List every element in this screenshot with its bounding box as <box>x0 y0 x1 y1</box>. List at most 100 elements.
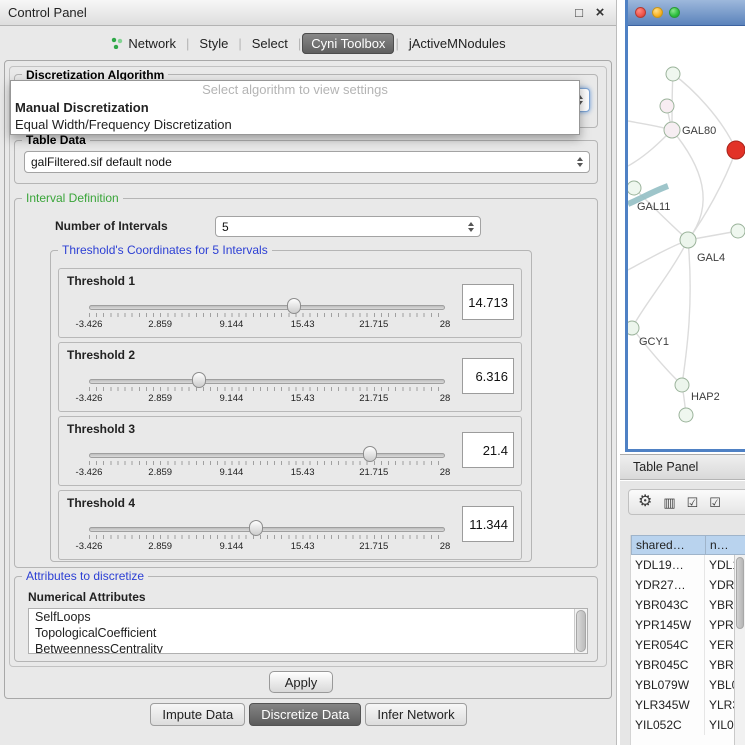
table-row[interactable]: YLR345WYLR3 <box>631 695 745 715</box>
slider-thumb[interactable] <box>249 520 263 536</box>
table-row[interactable]: YDR27…YDR2 <box>631 575 745 595</box>
slider-tick-label: 15.43 <box>291 319 315 330</box>
list-item-topologicalcoefficient[interactable]: TopologicalCoefficient <box>29 625 587 641</box>
close-icon[interactable]: × <box>592 4 608 21</box>
bottom-tab-infer-network[interactable]: Infer Network <box>365 703 466 726</box>
popup-option-manual-discretization[interactable]: Manual Discretization <box>11 99 579 116</box>
network-edge <box>628 130 672 166</box>
mac-minimize-icon[interactable] <box>652 7 663 18</box>
table-cell[interactable]: YDR27… <box>631 575 705 595</box>
slider-track[interactable] <box>89 453 445 458</box>
table-rows: YDL19…YDL1YDR27…YDR2YBR043CYBR0YPR145WYP… <box>631 555 745 745</box>
column-header-shared[interactable]: shared… <box>631 535 705 555</box>
tab-separator: | <box>186 36 189 51</box>
network-edge <box>688 150 736 240</box>
slider-track[interactable] <box>89 527 445 532</box>
slider-track[interactable] <box>89 379 445 384</box>
node-label: GAL11 <box>637 201 670 213</box>
popup-placeholder: Select algorithm to view settings <box>11 81 579 99</box>
select-columns-checkbox-icon[interactable]: ☑ <box>709 496 721 509</box>
apply-button[interactable]: Apply <box>269 671 333 693</box>
slider-tick-label: 15.43 <box>291 393 315 404</box>
network-node[interactable] <box>666 67 680 81</box>
table-data-combobox[interactable]: galFiltered.sif default node <box>24 151 590 173</box>
tab-label: Cyni Toolbox <box>311 36 385 51</box>
slider-thumb[interactable] <box>192 372 206 388</box>
table-row[interactable]: YER054CYER0 <box>631 635 745 655</box>
slider-ticks <box>89 461 445 465</box>
network-node[interactable] <box>660 99 674 113</box>
table-panel-header: Table Panel <box>620 454 745 480</box>
numerical-attributes-list[interactable]: SelfLoopsTopologicalCoefficientBetweenne… <box>28 608 588 654</box>
table-cell[interactable]: YDL19… <box>631 555 705 575</box>
slider-ticks <box>89 313 445 317</box>
tab-separator: | <box>395 36 398 51</box>
threshold-value-input[interactable] <box>462 284 514 320</box>
slider-tick-label: 21.715 <box>359 393 388 404</box>
table-cell[interactable]: YIL052C <box>631 715 705 735</box>
mac-close-icon[interactable] <box>635 7 646 18</box>
bottom-tab-discretize-data[interactable]: Discretize Data <box>249 703 361 726</box>
attributes-group-title: Attributes to discretize <box>22 569 148 583</box>
algorithm-dropdown-popup: Select algorithm to view settings Manual… <box>10 80 580 135</box>
popup-option-equal-width-frequency-discretization[interactable]: Equal Width/Frequency Discretization <box>11 116 579 133</box>
table-row[interactable]: YBR045CYBR0 <box>631 655 745 675</box>
network-node[interactable] <box>731 224 745 238</box>
tab-network[interactable]: Network <box>102 33 185 54</box>
table-cell[interactable]: YER054C <box>631 635 705 655</box>
tab-select[interactable]: Select <box>243 33 297 54</box>
combo-stepper-icon <box>468 222 474 232</box>
table-cell[interactable]: YBL079W <box>631 675 705 695</box>
network-node[interactable] <box>727 141 745 159</box>
list-item-selfloops[interactable]: SelfLoops <box>29 609 587 625</box>
network-node-gcy1[interactable] <box>628 321 639 335</box>
table-cell[interactable]: YPR145W <box>631 615 705 635</box>
table-scrollbar[interactable] <box>734 555 745 745</box>
settings-gear-icon[interactable]: ⚙ <box>638 494 652 510</box>
threshold-value-input[interactable] <box>462 506 514 542</box>
table-row[interactable]: YBL079WYBL0 <box>631 675 745 695</box>
bottom-tab-impute-data[interactable]: Impute Data <box>150 703 245 726</box>
threshold-panel-2: Threshold 2-3.4262.8599.14415.4321.71528 <box>58 342 522 412</box>
slider-track[interactable] <box>89 305 445 310</box>
table-row[interactable]: YPR145WYPR1 <box>631 615 745 635</box>
table-row[interactable]: YBR043CYBR0 <box>631 595 745 615</box>
slider-tick-label: -3.426 <box>76 393 103 404</box>
table-cell[interactable]: YLR345W <box>631 695 705 715</box>
table-scrollbar-thumb[interactable] <box>736 557 744 629</box>
threshold-label: Threshold 4 <box>67 496 135 510</box>
network-node[interactable] <box>679 408 693 422</box>
number-of-intervals-value: 5 <box>222 220 463 234</box>
table-cell[interactable]: YBR045C <box>631 655 705 675</box>
mac-zoom-icon[interactable] <box>669 7 680 18</box>
tab-style[interactable]: Style <box>190 33 237 54</box>
column-header-n[interactable]: n… <box>705 535 745 555</box>
slider-thumb[interactable] <box>287 298 301 314</box>
network-node-gal80[interactable] <box>664 122 680 138</box>
list-scrollbar[interactable] <box>574 609 587 653</box>
column-layout-icon[interactable]: ▥ <box>663 496 675 509</box>
float-window-icon[interactable]: □ <box>571 5 587 20</box>
table-row[interactable]: YIL052CYIL0 <box>631 715 745 735</box>
slider-tick-label: 28 <box>440 467 451 478</box>
table-cell[interactable]: YBR043C <box>631 595 705 615</box>
threshold-value-input[interactable] <box>462 358 514 394</box>
network-node-gal11[interactable] <box>628 181 641 195</box>
slider-tick-label: 9.144 <box>220 319 244 330</box>
select-all-checkbox-icon[interactable]: ☑ <box>687 496 699 509</box>
list-item-betweennesscentrality[interactable]: BetweennessCentrality <box>29 641 587 654</box>
threshold-value-input[interactable] <box>462 432 514 468</box>
network-node-gal4[interactable] <box>680 232 696 248</box>
network-node-hap2[interactable] <box>675 378 689 392</box>
tab-separator: | <box>238 36 241 51</box>
tab-jactivemnodules[interactable]: jActiveMNodules <box>400 33 515 54</box>
tab-cyni-toolbox[interactable]: Cyni Toolbox <box>302 33 394 54</box>
number-of-intervals-combobox[interactable]: 5 <box>215 216 481 237</box>
list-scrollbar-thumb[interactable] <box>576 610 586 652</box>
table-toolbar: ⚙ ▥ ☑ ☑ <box>628 489 745 515</box>
table-panel-body: ⚙▥☑☑ shared…n… YDL19…YDL1YDR27…YDR2YBR04… <box>620 481 745 745</box>
node-label: GAL80 <box>682 125 716 137</box>
network-canvas[interactable]: GAL80GAL11GAL4GCY1HAP2 <box>628 26 745 449</box>
table-row[interactable]: YDL19…YDL1 <box>631 555 745 575</box>
slider-thumb[interactable] <box>363 446 377 462</box>
